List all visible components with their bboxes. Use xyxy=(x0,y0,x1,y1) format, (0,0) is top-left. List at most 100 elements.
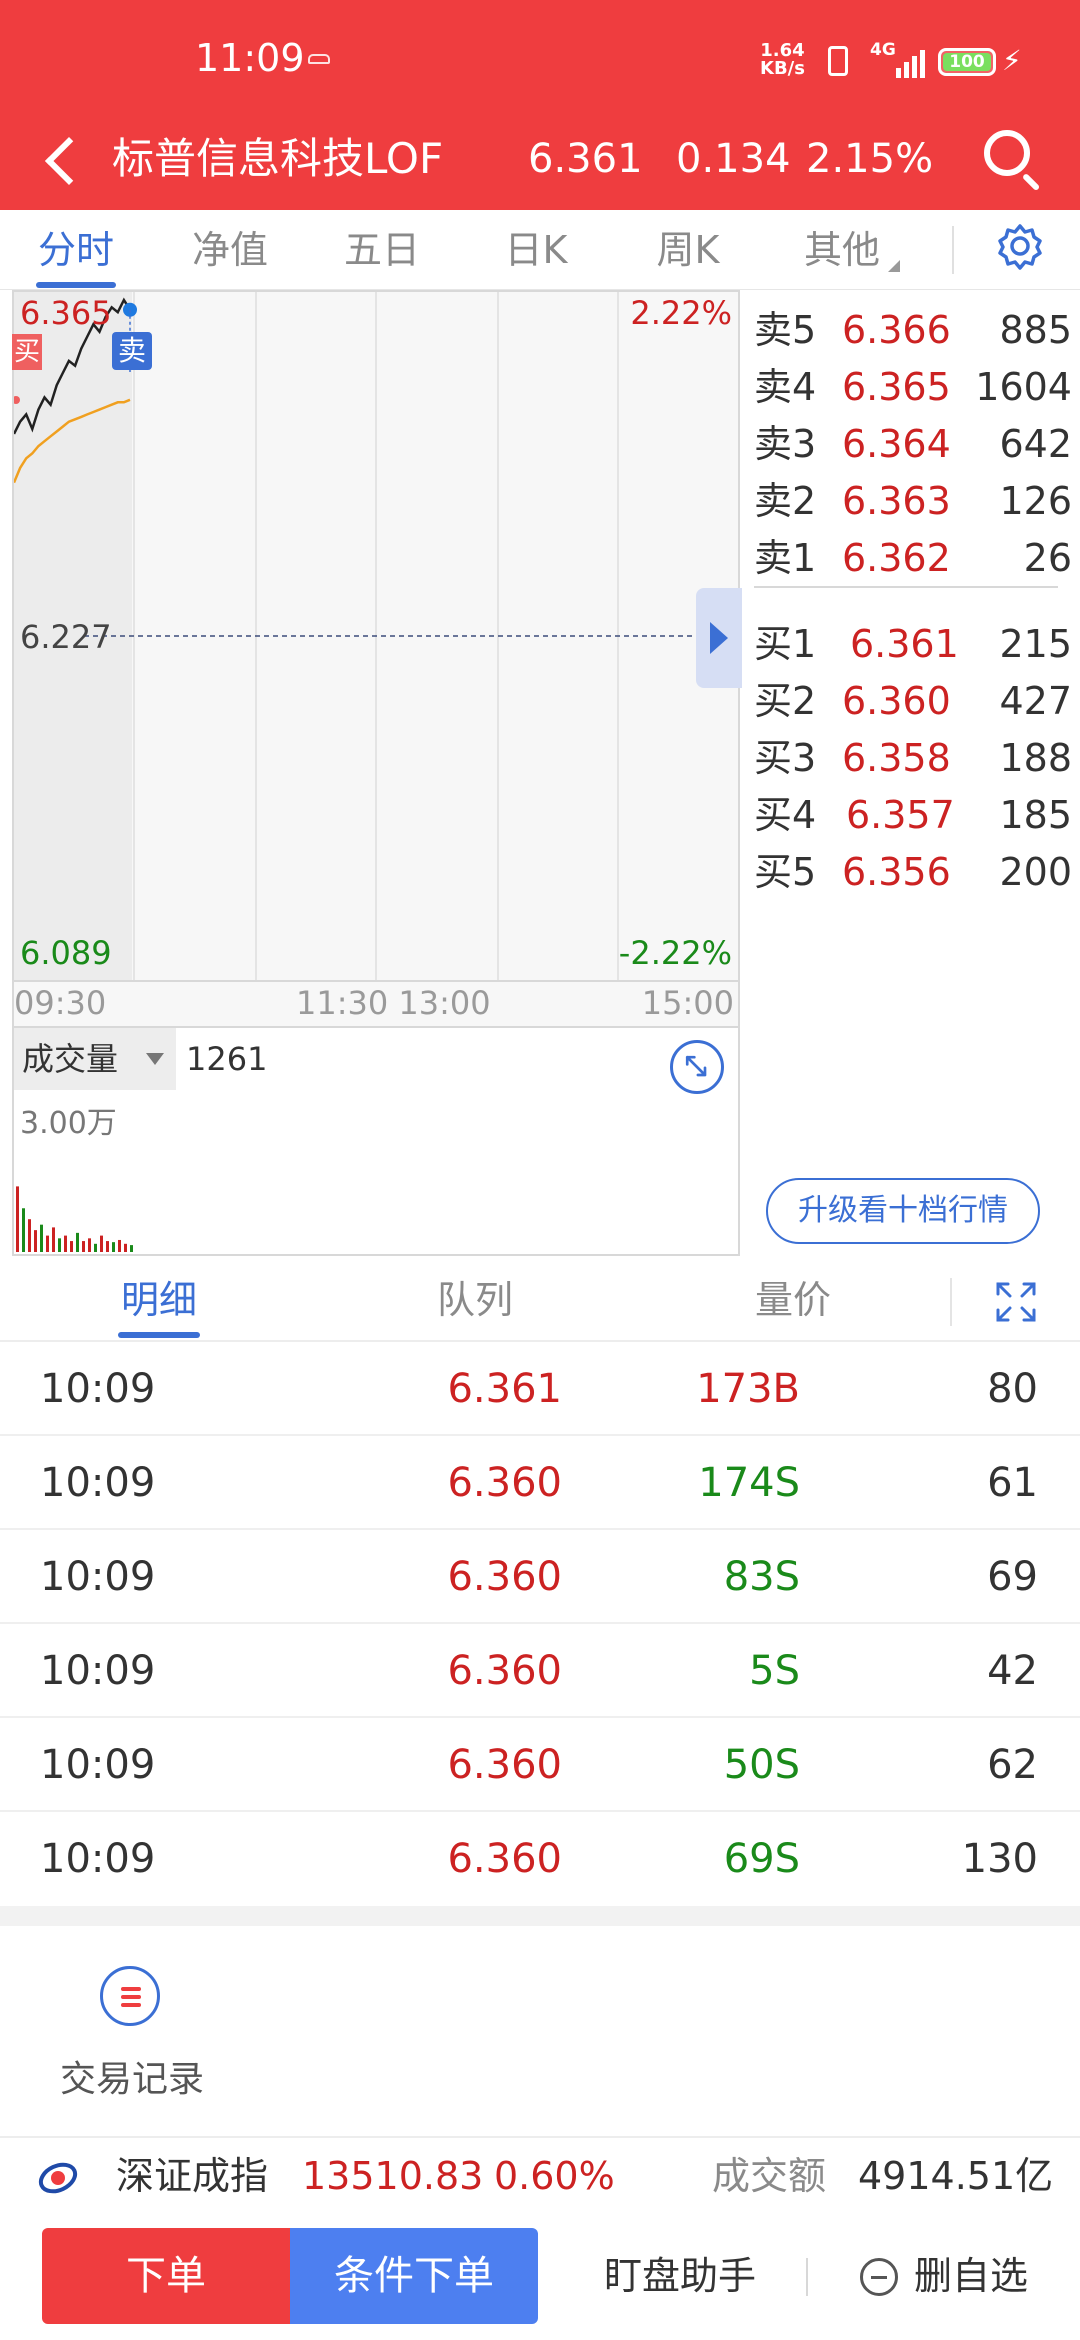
volume-bar xyxy=(22,1208,25,1252)
trade-price: 6.360 xyxy=(447,1742,562,1788)
chart-tabs: 分时 净值 五日 日K 周K 其他 xyxy=(0,210,1080,290)
trade-price: 6.361 xyxy=(447,1366,562,1412)
ask-label: 卖5 xyxy=(754,308,817,352)
dropdown-corner-icon xyxy=(888,260,900,272)
bid-row: 买5 6.356 200 xyxy=(750,842,1072,902)
exchange-logo-icon xyxy=(38,2162,78,2194)
bid-volume: 200 xyxy=(999,850,1072,894)
stock-change-pct: 2.15% xyxy=(806,136,934,182)
volume-bar xyxy=(46,1235,49,1252)
trade-row: 10:09 6.361 173B 80 xyxy=(0,1342,1080,1436)
watch-assistant-button[interactable]: 盯盘助手 xyxy=(570,2228,790,2324)
y-axis-high: 6.365 xyxy=(20,294,112,332)
tab-nav[interactable]: 净值 xyxy=(188,210,272,290)
trade-price: 6.360 xyxy=(447,1460,562,1506)
back-icon[interactable] xyxy=(40,126,84,196)
time-tick-close: 15:00 xyxy=(641,984,734,1022)
trade-count: 61 xyxy=(987,1460,1038,1506)
trade-volume: 5S xyxy=(749,1648,800,1694)
network-speed-unit: KB/s xyxy=(760,58,805,79)
volume-bar xyxy=(34,1230,37,1252)
intraday-chart[interactable]: 6.365 6.227 6.089 2.22% -2.22% 买 卖 xyxy=(12,290,742,982)
remove-watchlist-label: 删自选 xyxy=(914,2254,1029,2298)
ask-label: 卖4 xyxy=(754,365,817,409)
tab-queue[interactable]: 队列 xyxy=(434,1262,516,1342)
bid-price: 6.356 xyxy=(842,850,951,894)
tab-five-day[interactable]: 五日 xyxy=(340,210,424,290)
upgrade-ten-level-button[interactable]: 升级看十档行情 xyxy=(766,1178,1040,1244)
ask-volume: 1604 xyxy=(975,365,1072,409)
tab-weekly-k[interactable]: 周K xyxy=(650,210,726,290)
bid-label: 买2 xyxy=(754,679,817,723)
status-bar: 11:09 1.64 KB/s 4G 100 ⚡ xyxy=(0,0,1080,120)
volume-bar xyxy=(52,1227,55,1252)
fullscreen-icon[interactable] xyxy=(994,1280,1038,1324)
bid-label: 买3 xyxy=(754,736,817,780)
market-index-bar[interactable]: 深证成指 13510.83 0.60% 成交额 4914.51亿 xyxy=(0,2136,1080,2216)
volume-panel: 成交量 1261 3.00万 xyxy=(12,1026,740,1256)
tab-other[interactable]: 其他 xyxy=(800,210,900,290)
ask-row: 卖2 6.363 126 xyxy=(750,471,1072,531)
section-separator xyxy=(0,1906,1080,1926)
trade-count: 80 xyxy=(987,1366,1038,1412)
volume-bar xyxy=(94,1243,97,1252)
trade-records-button[interactable]: 交易记录 xyxy=(52,1966,212,2106)
settings-gear-icon[interactable] xyxy=(996,222,1044,270)
stock-price: 6.361 xyxy=(528,136,643,182)
bid-volume: 427 xyxy=(999,679,1072,723)
volume-bar xyxy=(106,1241,109,1252)
remove-watchlist-button[interactable]: 删自选 xyxy=(856,2228,1056,2324)
trade-price: 6.360 xyxy=(447,1648,562,1694)
time-tick-midday: 11:30 13:00 xyxy=(296,984,491,1022)
conditional-order-button[interactable]: 条件下单 xyxy=(290,2228,538,2324)
y-axis-reference: 6.227 xyxy=(20,618,112,656)
volume-bar xyxy=(124,1243,127,1252)
expand-diagonal-icon[interactable] xyxy=(670,1040,724,1094)
tab-daily-k[interactable]: 日K xyxy=(498,210,574,290)
ask-volume: 885 xyxy=(999,308,1072,352)
list-icon xyxy=(100,1966,160,2026)
ask-volume: 642 xyxy=(999,422,1072,466)
ask-label: 卖2 xyxy=(754,479,817,523)
trade-volume: 173B xyxy=(696,1366,800,1412)
minus-circle-icon xyxy=(860,2258,898,2296)
trade-count: 42 xyxy=(987,1648,1038,1694)
trade-volume: 50S xyxy=(723,1742,800,1788)
volume-scale: 3.00万 xyxy=(20,1106,117,1141)
ask-row: 卖4 6.365 1604 xyxy=(750,357,1072,417)
volume-bar xyxy=(88,1238,91,1252)
expand-arrow-icon[interactable] xyxy=(696,588,742,688)
bid-row: 买2 6.360 427 xyxy=(750,671,1072,731)
trade-count: 69 xyxy=(987,1554,1038,1600)
search-icon[interactable] xyxy=(980,126,1044,192)
bid-volume: 215 xyxy=(999,622,1072,666)
volume-bar xyxy=(58,1238,61,1252)
ask-price: 6.364 xyxy=(842,422,951,466)
index-value: 13510.83 xyxy=(302,2154,484,2198)
y-axis-low: 6.089 xyxy=(20,934,112,972)
trade-row: 10:09 6.360 174S 61 xyxy=(0,1436,1080,1530)
tab-intraday[interactable]: 分时 xyxy=(36,210,116,290)
trade-row: 10:09 6.360 50S 62 xyxy=(0,1718,1080,1812)
tab-details[interactable]: 明细 xyxy=(118,1262,200,1342)
volume-bar xyxy=(40,1224,43,1252)
bid-label: 买5 xyxy=(754,850,817,894)
tab-divider xyxy=(950,1278,952,1326)
charging-icon: ⚡ xyxy=(1002,44,1022,77)
ask-row: 卖5 6.366 885 xyxy=(750,300,1072,360)
ask-label: 卖1 xyxy=(754,536,817,580)
trade-time: 10:09 xyxy=(40,1836,156,1882)
signal-type: 4G xyxy=(870,40,896,60)
volume-value: 1261 xyxy=(186,1040,268,1078)
bid-price: 6.357 xyxy=(846,793,955,837)
signal-bars-icon xyxy=(896,44,930,78)
volume-indicator-select[interactable]: 成交量 xyxy=(14,1028,176,1090)
place-order-button[interactable]: 下单 xyxy=(42,2228,290,2324)
trade-time: 10:09 xyxy=(40,1366,156,1412)
ask-row: 卖3 6.364 642 xyxy=(750,414,1072,474)
volume-bar xyxy=(64,1235,67,1252)
bid-volume: 188 xyxy=(999,736,1072,780)
ask-price: 6.366 xyxy=(842,308,951,352)
trade-volume: 69S xyxy=(723,1836,800,1882)
tab-volume-price[interactable]: 量价 xyxy=(752,1262,834,1342)
